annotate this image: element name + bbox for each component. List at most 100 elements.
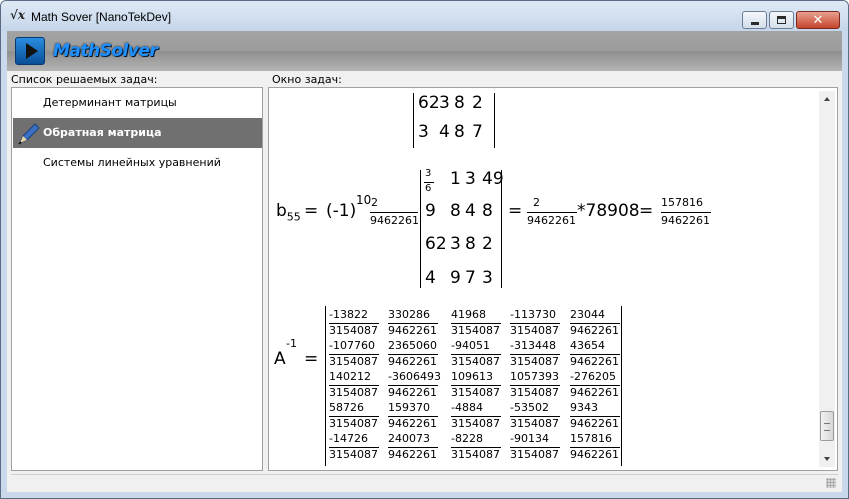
status-bar — [11, 474, 838, 490]
fraction-numerator: 159370 — [388, 401, 430, 414]
arrow-up-icon — [824, 97, 830, 101]
b55-coef-num: 2 — [371, 196, 378, 209]
maximize-button[interactable] — [769, 11, 794, 29]
task-item-label: Детерминант матрицы — [43, 96, 177, 109]
scroll-down-button[interactable] — [819, 451, 835, 467]
fraction-numerator: -14726 — [329, 432, 368, 445]
b55-mid-num: 2 — [533, 196, 540, 209]
fraction-denominator: 3154087 — [329, 386, 378, 399]
fraction-denominator: 3154087 — [451, 355, 500, 368]
fraction-denominator: 9462261 — [570, 386, 619, 399]
fraction-numerator: 2365060 — [388, 339, 437, 352]
play-button[interactable] — [15, 37, 45, 65]
fraction-denominator: 3154087 — [329, 417, 378, 430]
b55-coef-den: 9462261 — [370, 214, 419, 227]
fraction-denominator: 3154087 — [329, 355, 378, 368]
matrix-cell: 8 — [454, 93, 465, 113]
b55-eq3: = — [639, 201, 654, 221]
fraction-denominator: 9462261 — [388, 417, 437, 430]
play-icon — [25, 43, 38, 59]
b55-coef-bar — [370, 212, 418, 213]
fraction-numerator: 23044 — [570, 308, 605, 321]
task-item-linear-systems[interactable]: Системы линейных уравнений — [13, 148, 262, 178]
fraction-denominator: 9462261 — [388, 386, 437, 399]
fraction-numerator: 157816 — [570, 432, 612, 445]
b55-mid-bar — [527, 212, 577, 213]
fraction-numerator: 9343 — [570, 401, 598, 414]
scroll-thumb[interactable] — [820, 411, 834, 441]
b55-mult: *78908 — [577, 201, 640, 221]
task-item-determinant[interactable]: Детерминант матрицы — [13, 88, 262, 118]
task-item-label: Обратная матрица — [43, 126, 162, 139]
matrix-cell: 8 — [482, 201, 493, 221]
minimize-button[interactable] — [742, 11, 767, 29]
matrix-cell: 2 — [482, 234, 493, 254]
inverse-bar-right — [621, 306, 622, 466]
fraction-denominator: 3154087 — [329, 448, 378, 461]
client-area: MathSolver Список решаемых задач: Окно з… — [7, 31, 842, 492]
matrix-cell: 8 — [450, 201, 461, 221]
fraction-denominator: 3154087 — [451, 324, 500, 337]
fraction-denominator: 3154087 — [510, 355, 559, 368]
det-bar-left — [413, 93, 414, 148]
fraction-denominator: 9462261 — [570, 355, 619, 368]
fraction-numerator: -3606493 — [388, 370, 441, 383]
det-bar-right — [494, 93, 495, 148]
fraction-numerator: 240073 — [388, 432, 430, 445]
matrix-cell: 3 — [482, 268, 493, 288]
matrix-cell: 4 — [425, 268, 436, 288]
vertical-scrollbar[interactable] — [819, 91, 835, 467]
fraction-denominator: 9462261 — [388, 448, 437, 461]
matrix-cell: 3 — [439, 93, 450, 113]
arrow-down-icon — [824, 457, 830, 461]
matrix-cell: 62 — [425, 234, 447, 254]
fraction-numerator: 140212 — [329, 370, 371, 383]
fraction-denominator: 3154087 — [329, 324, 378, 337]
title-bar[interactable]: √x Math Sover [NanoTekDev] ✕ — [1, 1, 848, 31]
fraction-numerator: -107760 — [329, 339, 375, 352]
fraction-denominator: 9462261 — [388, 324, 437, 337]
inverse-bar-left — [325, 306, 326, 466]
fraction-numerator: -276205 — [570, 370, 616, 383]
matrix-cell: 7 — [472, 122, 483, 142]
fraction-numerator: -4884 — [451, 401, 483, 414]
b55-eq2: = — [508, 201, 523, 221]
task-list: Детерминант матрицы Обратная матрица Сис… — [11, 87, 263, 471]
minor-bar-left — [420, 170, 421, 288]
scroll-up-button[interactable] — [819, 91, 835, 107]
matrix-cell: 49 — [482, 169, 504, 189]
minor-first-num: 3 — [425, 168, 432, 179]
fraction-numerator: -94051 — [451, 339, 490, 352]
matrix-cell: 9 — [450, 268, 461, 288]
b55-res-den: 9462261 — [661, 214, 710, 227]
matrix-cell: 1 — [450, 169, 461, 189]
fraction-denominator: 3154087 — [510, 448, 559, 461]
matrix-cell: 8 — [465, 234, 476, 254]
b55-lhs: b55 — [276, 201, 301, 224]
fraction-denominator: 9462261 — [570, 324, 619, 337]
resize-grip-icon[interactable] — [826, 478, 836, 488]
fraction-denominator: 9462261 — [570, 448, 619, 461]
b55-sign-base: (-1) — [326, 201, 357, 221]
fraction-numerator: -113730 — [510, 308, 556, 321]
matrix-cell: 4 — [465, 201, 476, 221]
b55-eq: = — [304, 201, 319, 221]
task-item-inverse-matrix[interactable]: Обратная матрица — [13, 118, 262, 148]
task-window: 62 3 8 2 3 4 8 7 b55 = (-1) 10 2 9462261 3 6 13… — [268, 87, 838, 471]
fraction-numerator: -13822 — [329, 308, 368, 321]
matrix-cell: 9 — [425, 201, 436, 221]
banner: MathSolver — [7, 31, 842, 71]
fraction-numerator: 41968 — [451, 308, 486, 321]
maximize-icon — [777, 16, 786, 24]
close-button[interactable]: ✕ — [796, 11, 840, 29]
minor-first-den: 6 — [425, 183, 432, 194]
task-list-label: Список решаемых задач: — [11, 73, 158, 86]
matrix-cell: 3 — [465, 169, 476, 189]
main-window: √x Math Sover [NanoTekDev] ✕ MathSolver … — [0, 0, 849, 499]
window-title: Math Sover [NanoTekDev] — [31, 10, 172, 24]
math-output: 62 3 8 2 3 4 8 7 b55 = (-1) 10 2 9462261 3 6 13… — [274, 93, 819, 467]
fraction-numerator: -8228 — [451, 432, 483, 445]
fraction-numerator: 1057393 — [510, 370, 559, 383]
matrix-cell: 2 — [472, 93, 483, 113]
matrix-cell: 4 — [439, 122, 450, 142]
